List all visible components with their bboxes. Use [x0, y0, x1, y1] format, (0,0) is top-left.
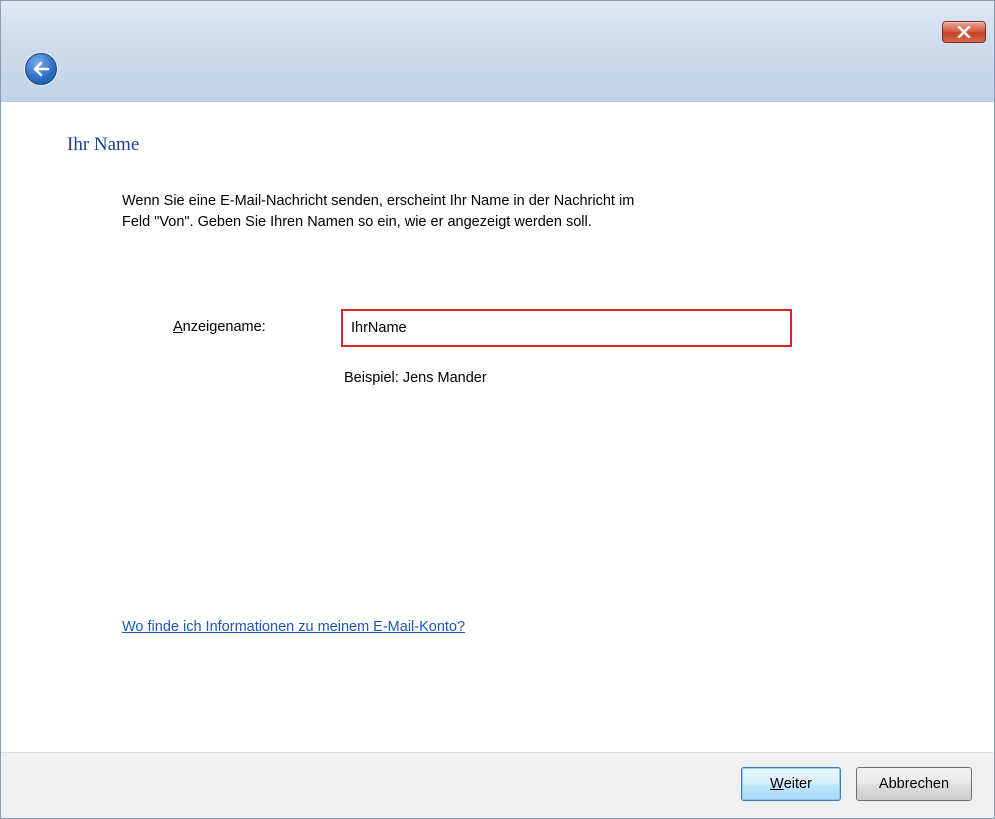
page-title: Ihr Name	[67, 134, 140, 155]
close-x-icon	[957, 26, 971, 38]
wizard-content: Ihr Name Wenn Sie eine E-Mail-Nachricht …	[1, 102, 994, 752]
next-button-rest: eiter	[783, 776, 812, 792]
next-button[interactable]: Weiter	[741, 767, 841, 801]
account-info-help-link[interactable]: Wo finde ich Informationen zu meinem E-M…	[122, 619, 465, 635]
display-name-label-rest: nzeigename:	[182, 319, 266, 335]
next-button-accel: W	[770, 776, 784, 792]
description-line-1: Wenn Sie eine E-Mail-Nachricht senden, e…	[122, 193, 635, 209]
display-name-label-accel: A	[173, 319, 183, 335]
close-button[interactable]	[942, 21, 986, 43]
display-name-label: Anzeigename:	[173, 319, 266, 335]
button-bar: Weiter Abbrechen	[1, 752, 994, 818]
back-button[interactable]	[25, 53, 57, 85]
account-wizard-window: Ihr Name Wenn Sie eine E-Mail-Nachricht …	[0, 0, 995, 819]
display-name-input[interactable]	[341, 309, 792, 347]
display-name-example: Beispiel: Jens Mander	[344, 370, 487, 386]
cancel-button[interactable]: Abbrechen	[856, 767, 972, 801]
description-line-2: Feld "Von". Geben Sie Ihren Namen so ein…	[122, 214, 592, 230]
back-arrow-icon	[33, 61, 50, 77]
page-description: Wenn Sie eine E-Mail-Nachricht senden, e…	[122, 191, 822, 233]
title-bar	[1, 1, 994, 102]
